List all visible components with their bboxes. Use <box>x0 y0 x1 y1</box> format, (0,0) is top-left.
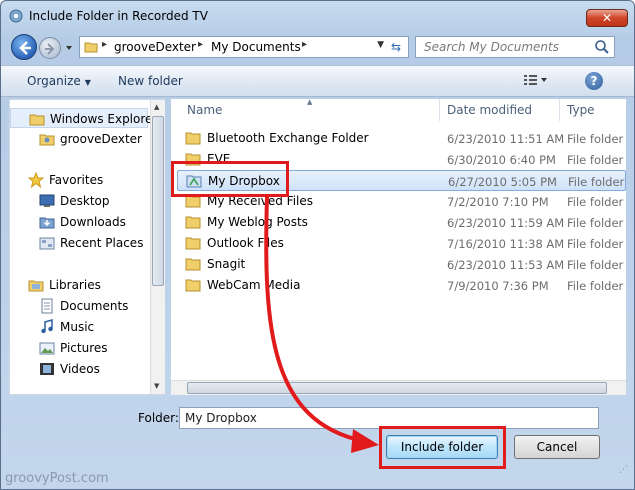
dialog-window: Include Folder in Recorded TV ✕ ▸ groove… <box>0 0 635 490</box>
annotation-arrow-icon <box>264 196 379 453</box>
